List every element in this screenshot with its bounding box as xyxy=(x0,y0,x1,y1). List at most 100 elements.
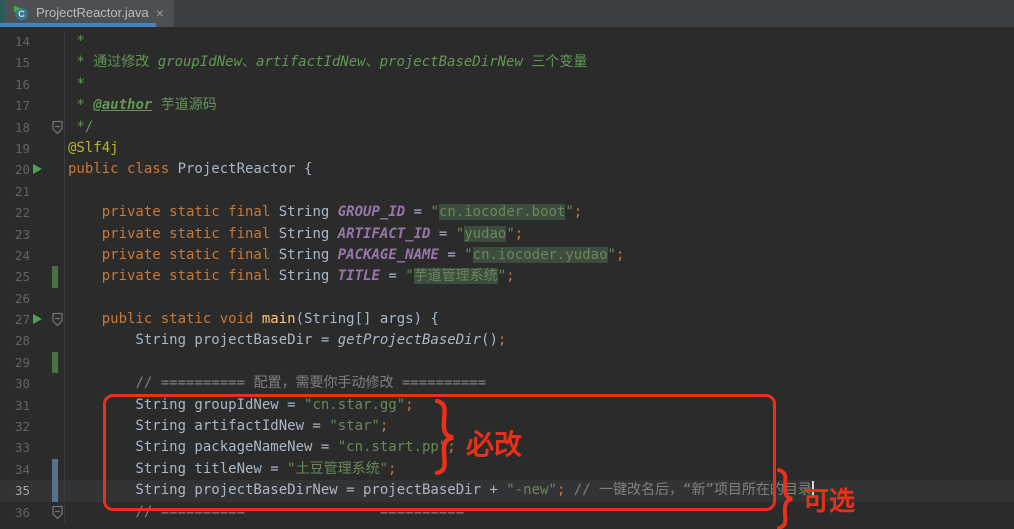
line-number: 36 xyxy=(0,502,30,523)
gutter-icons xyxy=(30,245,64,266)
gutter: 17 xyxy=(0,95,65,116)
vcs-change-marker[interactable] xyxy=(52,266,58,287)
code-text xyxy=(65,352,68,373)
code-line: 21 xyxy=(0,181,1014,202)
code-token: ; xyxy=(616,247,624,263)
code-token: " xyxy=(456,226,464,242)
run-icon[interactable] xyxy=(33,314,42,324)
code-token: "土豆管理系统" xyxy=(287,461,388,477)
code-token xyxy=(68,311,102,327)
code-token: ; xyxy=(515,226,523,242)
code-token xyxy=(68,247,102,263)
code-token xyxy=(68,504,135,520)
line-number: 34 xyxy=(0,459,30,480)
code-token: public class xyxy=(68,161,178,177)
code-text: // ========== ========== xyxy=(65,502,464,523)
code-line: 27 public static void main(String[] args… xyxy=(0,309,1014,330)
code-token: groupIdNew xyxy=(158,54,242,70)
code-text: * 通过修改 groupIdNew、artifactIdNew、projectB… xyxy=(65,52,587,73)
code-text: String projectBaseDirNew = projectBaseDi… xyxy=(65,480,814,501)
line-number: 35 xyxy=(0,480,30,501)
code-token: ; xyxy=(574,204,582,220)
code-text: // ========== 配置，需要你手动修改 ========== xyxy=(65,373,486,394)
code-token: = xyxy=(439,247,464,263)
code-token: // 一键改名后，“新”项目所在的目录 xyxy=(574,482,812,498)
code-token: 芋道管理系统 xyxy=(414,268,498,284)
code-line: 31 String groupIdNew = "cn.star.gg"; xyxy=(0,395,1014,416)
fold-marker-icon[interactable] xyxy=(51,504,64,521)
fold-marker-icon[interactable] xyxy=(51,311,64,328)
line-number: 16 xyxy=(0,74,30,95)
line-number: 20 xyxy=(0,159,30,180)
run-icon[interactable] xyxy=(33,164,42,174)
code-token: * xyxy=(68,33,85,49)
code-line: 25 private static final String TITLE = "… xyxy=(0,266,1014,287)
editor-tab-bar: C ProjectReactor.java × xyxy=(0,0,1014,27)
code-text: String groupIdNew = "cn.star.gg"; xyxy=(65,395,414,416)
gutter: 36 xyxy=(0,502,65,523)
code-token: = xyxy=(430,226,455,242)
code-line: 16 * xyxy=(0,74,1014,95)
code-token: ; xyxy=(388,461,396,477)
line-number: 26 xyxy=(0,288,30,309)
vcs-change-marker[interactable] xyxy=(52,352,58,373)
line-number: 32 xyxy=(0,416,30,437)
vcs-change-marker[interactable] xyxy=(52,459,58,480)
code-token: ; xyxy=(405,397,413,413)
tab-close-icon[interactable]: × xyxy=(156,6,164,20)
gutter: 26 xyxy=(0,288,65,309)
code-token: String xyxy=(279,226,338,242)
code-token: "star" xyxy=(329,418,380,434)
code-token: getProjectBaseDir xyxy=(338,332,481,348)
code-text: String artifactIdNew = "star"; xyxy=(65,416,388,437)
gutter-icons xyxy=(30,31,64,52)
fold-marker-icon[interactable] xyxy=(51,119,64,136)
line-number: 30 xyxy=(0,373,30,394)
code-text: * @author 芋道源码 xyxy=(65,95,217,116)
code-token: () xyxy=(481,332,498,348)
code-editor[interactable]: 14 *15 * 通过修改 groupIdNew、artifactIdNew、p… xyxy=(0,27,1014,529)
code-text: private static final String PACKAGE_NAME… xyxy=(65,245,624,266)
line-number: 33 xyxy=(0,437,30,458)
gutter-icons xyxy=(30,224,64,245)
code-text: */ xyxy=(65,117,93,138)
code-token: 、 xyxy=(242,54,256,70)
gutter: 27 xyxy=(0,309,65,330)
vcs-change-marker[interactable] xyxy=(52,480,58,501)
code-token: ProjectReactor { xyxy=(178,161,313,177)
code-token: ; xyxy=(506,268,514,284)
code-token: " xyxy=(405,268,413,284)
code-token: String xyxy=(279,268,338,284)
gutter-icons xyxy=(30,330,64,351)
code-token: " xyxy=(498,268,506,284)
code-token: private static final xyxy=(102,268,279,284)
code-text: private static final String GROUP_ID = "… xyxy=(65,202,582,223)
line-number: 28 xyxy=(0,330,30,351)
code-token: ARTIFACT_ID xyxy=(338,226,431,242)
code-line: 30 // ========== 配置，需要你手动修改 ========== xyxy=(0,373,1014,394)
gutter-icons xyxy=(30,52,64,73)
gutter: 21 xyxy=(0,181,65,202)
code-text: * xyxy=(65,74,85,95)
code-token: main xyxy=(262,311,296,327)
code-token: "cn.star.gg" xyxy=(304,397,405,413)
code-token: String projectBaseDir = xyxy=(68,332,338,348)
line-number: 21 xyxy=(0,181,30,202)
line-number: 29 xyxy=(0,352,30,373)
text-caret xyxy=(812,481,814,498)
code-token: " xyxy=(506,226,514,242)
line-number: 31 xyxy=(0,395,30,416)
line-number: 25 xyxy=(0,266,30,287)
gutter-icons xyxy=(30,159,64,180)
code-text: * xyxy=(65,31,85,52)
code-token xyxy=(68,375,135,391)
gutter-icons xyxy=(30,352,64,373)
code-line: 22 private static final String GROUP_ID … xyxy=(0,202,1014,223)
code-text: String titleNew = "土豆管理系统"; xyxy=(65,459,396,480)
gutter: 35 xyxy=(0,480,65,501)
gutter: 23 xyxy=(0,224,65,245)
code-line: 29 xyxy=(0,352,1014,373)
tab-title: ProjectReactor.java xyxy=(36,5,149,20)
code-token: projectBaseDirNew xyxy=(380,54,523,70)
line-number: 15 xyxy=(0,52,30,73)
